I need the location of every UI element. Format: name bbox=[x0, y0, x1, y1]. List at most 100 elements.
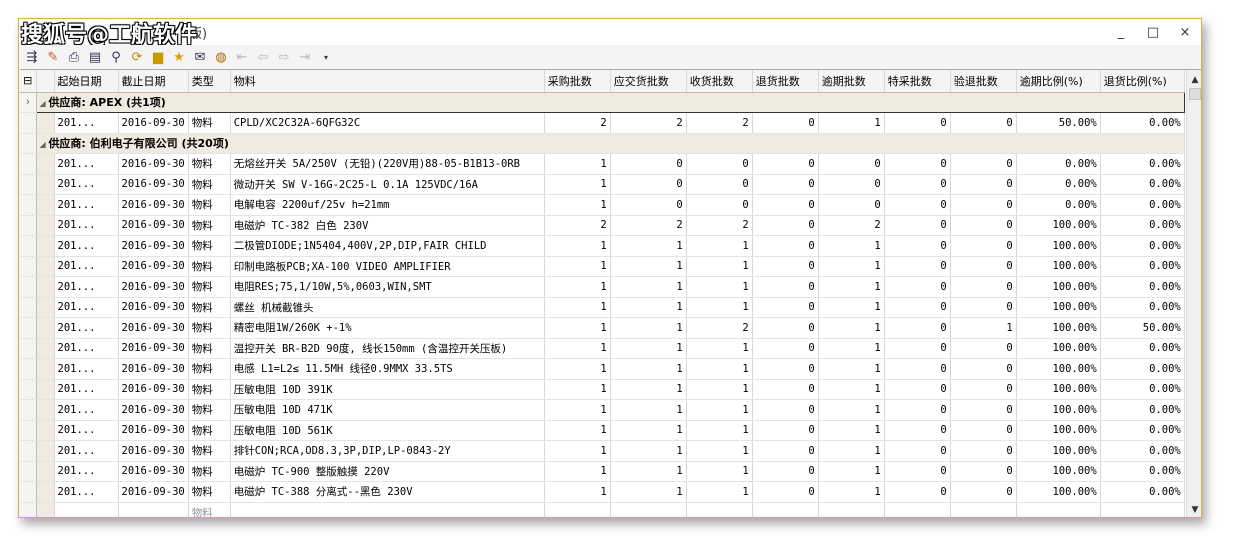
col-header[interactable]: 收货批数 bbox=[686, 70, 753, 93]
cell-采购批数[interactable]: 2 bbox=[544, 112, 611, 134]
group-header[interactable]: ◢ 供应商: APEX (共1项) bbox=[35, 91, 1185, 113]
row-indicator[interactable] bbox=[20, 502, 37, 517]
cell-验退批数[interactable]: 0 bbox=[950, 256, 1017, 277]
cell-截止日期[interactable]: 2016-09-30 bbox=[118, 338, 189, 359]
cell-逾期比例(%)[interactable]: 100.00% bbox=[1016, 481, 1101, 503]
cell-退货批数[interactable]: 0 bbox=[752, 379, 819, 400]
cell-截止日期[interactable]: 2016-09-30 bbox=[118, 358, 189, 380]
cell-逾期批数[interactable]: 1 bbox=[818, 461, 885, 482]
cell-物料[interactable]: CPLD/XC2C32A-6QFG32C bbox=[230, 112, 545, 134]
cell-物料[interactable]: 电阻RES;75,1/10W,5%,0603,WIN,SMT bbox=[230, 276, 545, 298]
cell-特采批数[interactable]: 0 bbox=[884, 481, 951, 503]
cell-物料[interactable]: 压敏电阻 10D 471K bbox=[230, 399, 545, 421]
cell-类型[interactable]: 物料 bbox=[188, 440, 231, 462]
cell-物料[interactable]: 微动开关 SW V-16G-2C25-L 0.1A 125VDC/16A bbox=[230, 174, 545, 195]
cell-退货比例(%)[interactable]: 0.00% bbox=[1100, 235, 1185, 257]
cell-退货比例(%)[interactable]: 0.00% bbox=[1100, 112, 1185, 134]
cell-采购批数[interactable]: 1 bbox=[544, 194, 611, 216]
dropdown-icon[interactable]: ▾ bbox=[317, 48, 335, 66]
cell-类型[interactable]: 物料 bbox=[188, 112, 231, 134]
cell-特采批数[interactable]: 0 bbox=[884, 194, 951, 216]
cell-应交货批数[interactable]: 1 bbox=[610, 481, 687, 503]
cell-收货批数[interactable]: 1 bbox=[686, 235, 753, 257]
refresh-icon[interactable]: ⟳ bbox=[128, 48, 146, 66]
export-icon[interactable]: ⇶ bbox=[23, 48, 41, 66]
cell-逾期比例(%)[interactable]: 0.00% bbox=[1016, 194, 1101, 216]
row-indicator[interactable] bbox=[20, 338, 37, 359]
cell-逾期比例(%)[interactable]: 100.00% bbox=[1016, 317, 1101, 339]
cell-验退批数[interactable]: 0 bbox=[950, 194, 1017, 216]
import-icon[interactable]: ✎ bbox=[44, 48, 62, 66]
cell-退货比例(%)[interactable]: 0.00% bbox=[1100, 256, 1185, 277]
cell-收货批数[interactable]: 1 bbox=[686, 256, 753, 277]
cell-起始日期[interactable]: 201... bbox=[54, 194, 119, 216]
cell-截止日期[interactable]: 2016-09-30 bbox=[118, 276, 189, 298]
maximize-button[interactable]: □ bbox=[1137, 19, 1169, 45]
table-row-partial[interactable]: 物料 bbox=[20, 502, 1185, 517]
cell-类型[interactable]: 物料 bbox=[188, 215, 231, 236]
cell-逾期批数[interactable]: 1 bbox=[818, 399, 885, 421]
row-indicator[interactable] bbox=[20, 297, 37, 318]
cell-partial[interactable] bbox=[118, 502, 189, 517]
cell-验退批数[interactable]: 0 bbox=[950, 358, 1017, 380]
cell-起始日期[interactable]: 201... bbox=[54, 297, 119, 318]
row-indicator[interactable] bbox=[20, 317, 37, 339]
cell-应交货批数[interactable]: 1 bbox=[610, 379, 687, 400]
cell-逾期比例(%)[interactable]: 0.00% bbox=[1016, 174, 1101, 195]
row-indicator[interactable] bbox=[20, 235, 37, 257]
cell-截止日期[interactable]: 2016-09-30 bbox=[118, 194, 189, 216]
cell-收货批数[interactable]: 1 bbox=[686, 358, 753, 380]
cell-采购批数[interactable]: 1 bbox=[544, 461, 611, 482]
cell-类型[interactable]: 物料 bbox=[188, 194, 231, 216]
cell-起始日期[interactable]: 201... bbox=[54, 276, 119, 298]
cell-物料[interactable]: 印制电路板PCB;XA-100 VIDEO AMPLIFIER bbox=[230, 256, 545, 277]
cell-partial[interactable] bbox=[230, 502, 545, 517]
cell-采购批数[interactable]: 1 bbox=[544, 420, 611, 441]
last-icon[interactable]: ⇥ bbox=[296, 48, 314, 66]
row-indicator[interactable] bbox=[20, 174, 37, 195]
cell-逾期比例(%)[interactable]: 100.00% bbox=[1016, 297, 1101, 318]
cell-partial[interactable] bbox=[950, 502, 1017, 517]
cell-特采批数[interactable]: 0 bbox=[884, 297, 951, 318]
cell-收货批数[interactable]: 0 bbox=[686, 194, 753, 216]
cell-退货批数[interactable]: 0 bbox=[752, 420, 819, 441]
cell-采购批数[interactable]: 1 bbox=[544, 153, 611, 175]
col-header[interactable]: 特采批数 bbox=[884, 70, 951, 93]
cell-物料[interactable]: 电解电容 2200uf/25v h=21mm bbox=[230, 194, 545, 216]
table-row[interactable]: 201... 2016-09-30 物料 微动开关 SW V-16G-2C25-L 0… bbox=[20, 174, 1185, 195]
cell-应交货批数[interactable]: 1 bbox=[610, 235, 687, 257]
cell-类型[interactable]: 物料 bbox=[188, 358, 231, 380]
cell-物料[interactable]: 电磁炉 TC-900 整版触摸 220V bbox=[230, 461, 545, 482]
table-row[interactable]: 201... 2016-09-30 物料 电解电容 2200uf/25v h=21mm… bbox=[20, 194, 1185, 216]
cell-起始日期[interactable]: 201... bbox=[54, 215, 119, 236]
row-indicator[interactable] bbox=[20, 215, 37, 236]
row-indicator[interactable] bbox=[20, 358, 37, 380]
cell-逾期批数[interactable]: 1 bbox=[818, 297, 885, 318]
cell-应交货批数[interactable]: 0 bbox=[610, 174, 687, 195]
cell-类型[interactable]: 物料 bbox=[188, 338, 231, 359]
table-row[interactable]: 201... 2016-09-30 物料 压敏电阻 10D 561K 1 1 1 0 1 0 0 10… bbox=[20, 420, 1185, 441]
table-row[interactable]: 201... 2016-09-30 物料 精密电阻1W/260K +-1% 1 1 2 0 1 0… bbox=[20, 317, 1185, 339]
col-header[interactable]: 采购批数 bbox=[544, 70, 611, 93]
table-row[interactable]: 201... 2016-09-30 物料 电磁炉 TC-382 白色 230V 2 2 2 0… bbox=[20, 215, 1185, 236]
cell-应交货批数[interactable]: 1 bbox=[610, 297, 687, 318]
cell-类型[interactable]: 物料 bbox=[188, 276, 231, 298]
cell-partial[interactable] bbox=[1016, 502, 1101, 517]
cell-退货比例(%)[interactable]: 0.00% bbox=[1100, 338, 1185, 359]
cell-验退批数[interactable]: 0 bbox=[950, 379, 1017, 400]
cell-起始日期[interactable]: 201... bbox=[54, 235, 119, 257]
cell-特采批数[interactable]: 0 bbox=[884, 276, 951, 298]
cell-逾期批数[interactable]: 1 bbox=[818, 235, 885, 257]
cell-物料[interactable]: 压敏电阻 10D 561K bbox=[230, 420, 545, 441]
cell-应交货批数[interactable]: 1 bbox=[610, 256, 687, 277]
cell-类型[interactable]: 物料 bbox=[188, 174, 231, 195]
cell-逾期比例(%)[interactable]: 100.00% bbox=[1016, 276, 1101, 298]
preview-icon[interactable]: ▤ bbox=[86, 48, 104, 66]
cell-收货批数[interactable]: 0 bbox=[686, 153, 753, 175]
group-header[interactable]: ◢ 供应商: 伯利电子有限公司 (共20项) bbox=[36, 133, 1185, 154]
cell-特采批数[interactable]: 0 bbox=[884, 379, 951, 400]
col-header[interactable]: 逾期比例(%) bbox=[1016, 70, 1101, 93]
cell-截止日期[interactable]: 2016-09-30 bbox=[118, 215, 189, 236]
cell-逾期批数[interactable]: 2 bbox=[818, 215, 885, 236]
cell-应交货批数[interactable]: 1 bbox=[610, 399, 687, 421]
